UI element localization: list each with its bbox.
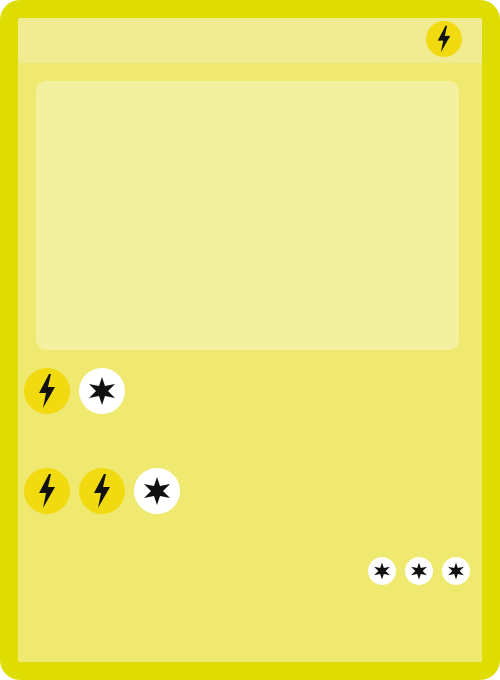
lightning-icon	[24, 368, 70, 414]
lightning-icon	[24, 468, 70, 514]
attack-1-cost	[24, 368, 125, 414]
card-art-frame	[36, 81, 459, 350]
colorless-star-icon	[442, 557, 470, 585]
retreat-cost	[368, 557, 470, 585]
colorless-star-icon	[368, 557, 396, 585]
card-header	[18, 18, 482, 63]
colorless-star-icon	[405, 557, 433, 585]
lightning-icon	[79, 468, 125, 514]
attack-2-cost	[24, 468, 180, 514]
colorless-star-icon	[134, 468, 180, 514]
lightning-icon	[426, 21, 462, 57]
colorless-star-icon	[79, 368, 125, 414]
pokemon-card	[0, 0, 500, 680]
